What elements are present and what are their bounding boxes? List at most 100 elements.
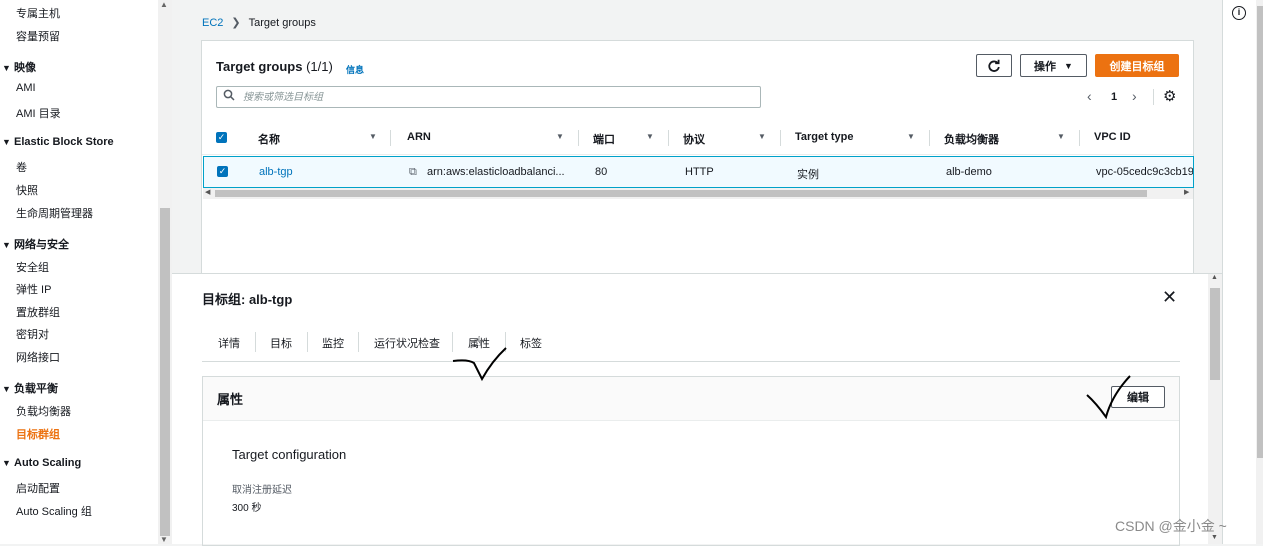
target-groups-panel: Target groups (1/1) 信息 操作 ▼ 创建目标组 ‹ 1 › ⚙…	[201, 40, 1194, 276]
actions-label: 操作	[1034, 60, 1057, 73]
cursor-icon: ☝	[473, 333, 482, 349]
sidebar-item-launch-configurations[interactable]: 启动配置	[16, 480, 60, 496]
sidebar-section-title: 映像	[14, 62, 36, 74]
sidebar-scrollbar-thumb[interactable]	[160, 208, 170, 536]
sidebar-item-snapshots[interactable]: 快照	[16, 182, 38, 198]
column-header-port[interactable]: 端口	[593, 131, 615, 147]
actions-button[interactable]: 操作 ▼	[1020, 54, 1087, 77]
breadcrumb-ec2-link[interactable]: EC2	[202, 17, 223, 29]
sidebar-section-network-security[interactable]: ▼ 网络与安全	[2, 236, 69, 252]
divider	[307, 332, 308, 352]
sidebar-item-ami-catalog[interactable]: AMI 目录	[16, 105, 61, 121]
target-group-name-link[interactable]: alb-tgp	[259, 166, 293, 178]
page-scrollbar[interactable]	[1256, 0, 1263, 544]
divider	[1153, 89, 1154, 105]
info-link[interactable]: 信息	[346, 63, 364, 76]
sort-icon[interactable]: ▼	[646, 132, 654, 141]
detail-title: 目标组: alb-tgp	[202, 292, 293, 307]
checkmark-annotation-icon	[452, 347, 507, 382]
column-header-load-balancer[interactable]: 负载均衡器	[944, 131, 999, 147]
scroll-right-icon[interactable]: ▶	[1184, 188, 1189, 196]
scroll-left-icon[interactable]: ◀	[205, 188, 210, 196]
target-group-detail-panel: 目标组: alb-tgp ✕ 详情 目标 监控 运行状况检查 属性 标签 属性 …	[172, 274, 1208, 546]
gear-icon[interactable]: ⚙	[1163, 87, 1176, 105]
detail-vertical-scrollbar[interactable]: ▲ ▼	[1208, 274, 1222, 544]
divider	[1079, 130, 1080, 146]
column-header-arn[interactable]: ARN	[407, 131, 431, 143]
sidebar-item-elastic-ip[interactable]: 弹性 IP	[16, 281, 51, 297]
attributes-header: 属性 编辑	[203, 377, 1179, 421]
sort-icon[interactable]: ▼	[369, 132, 377, 141]
search-icon	[223, 89, 235, 104]
deregistration-delay-label: 取消注册延迟	[232, 485, 292, 496]
checkmark-annotation-icon	[1086, 375, 1131, 420]
detail-tabs: 详情 目标 监控 运行状况检查 属性 标签	[202, 332, 1180, 362]
sidebar-item-load-balancers[interactable]: 负载均衡器	[16, 403, 71, 419]
page-number[interactable]: 1	[1111, 91, 1117, 103]
caret-down-icon: ▼	[1064, 60, 1073, 71]
select-all-checkbox[interactable]: ✓	[216, 132, 227, 143]
column-header-name[interactable]: 名称	[258, 131, 280, 147]
sidebar-item-target-groups[interactable]: 目标群组	[16, 426, 60, 442]
close-icon[interactable]: ✕	[1162, 287, 1177, 308]
watermark: CSDN @金小金 ~	[1115, 518, 1227, 534]
scroll-down-icon[interactable]: ▼	[160, 535, 168, 544]
sort-icon[interactable]: ▼	[758, 132, 766, 141]
create-target-group-button[interactable]: 创建目标组	[1095, 54, 1179, 77]
column-header-target-type[interactable]: Target type	[795, 131, 853, 143]
table-row[interactable]: ✓ alb-tgp ⧉ arn:aws:elasticloadbalanci..…	[203, 156, 1194, 188]
tab-details[interactable]: 详情	[218, 335, 240, 351]
load-balancer-cell: alb-demo	[946, 166, 992, 178]
sidebar-section-load-balancing[interactable]: ▼ 负载平衡	[2, 380, 58, 396]
tab-monitoring[interactable]: 监控	[322, 335, 344, 351]
chevron-left-icon[interactable]: ‹	[1087, 88, 1092, 104]
sidebar-item-network-interfaces[interactable]: 网络接口	[16, 349, 60, 365]
scrollbar-thumb[interactable]	[1257, 6, 1263, 458]
tab-health-checks[interactable]: 运行状况检查	[374, 335, 440, 351]
sidebar-item-capacity-reservations[interactable]: 容量预留	[16, 28, 60, 44]
sort-icon[interactable]: ▼	[556, 132, 564, 141]
scrollbar-thumb[interactable]	[215, 190, 1147, 197]
sort-icon[interactable]: ▼	[1057, 132, 1065, 141]
sort-icon[interactable]: ▼	[907, 132, 915, 141]
sidebar-section-images[interactable]: ▼ 映像	[2, 59, 36, 75]
scroll-up-icon[interactable]: ▲	[1211, 274, 1218, 281]
page-title: Target groups (1/1)	[216, 59, 333, 74]
refresh-button[interactable]	[976, 54, 1012, 77]
sidebar-section-ebs[interactable]: ▼ Elastic Block Store	[2, 136, 114, 148]
panel-title: Target groups	[216, 59, 303, 74]
sidebar-item-ami[interactable]: AMI	[16, 82, 36, 94]
tab-targets[interactable]: 目标	[270, 335, 292, 351]
sidebar-item-dedicated-hosts[interactable]: 专属主机	[16, 5, 60, 21]
arn-cell: arn:aws:elasticloadbalanci...	[427, 166, 565, 178]
sidebar-section-auto-scaling[interactable]: ▼ Auto Scaling	[2, 457, 81, 469]
target-type-cell: 实例	[797, 169, 819, 181]
protocol-cell: HTTP	[685, 166, 714, 178]
scroll-up-icon[interactable]: ▲	[160, 0, 168, 9]
sidebar-item-auto-scaling-groups[interactable]: Auto Scaling 组	[16, 503, 92, 519]
divider	[668, 130, 669, 146]
sidebar-item-key-pairs[interactable]: 密钥对	[16, 326, 49, 342]
row-checkbox[interactable]: ✓	[217, 166, 228, 177]
tab-tags[interactable]: 标签	[520, 335, 542, 351]
caret-down-icon: ▼	[2, 137, 11, 147]
sidebar-section-title: Elastic Block Store	[14, 136, 114, 148]
table-horizontal-scrollbar[interactable]: ◀ ▶	[203, 188, 1193, 199]
sidebar-item-lifecycle-manager[interactable]: 生命周期管理器	[16, 205, 93, 221]
scrollbar-thumb[interactable]	[1210, 288, 1220, 380]
sidebar-item-volumes[interactable]: 卷	[16, 159, 27, 175]
column-header-vpc-id[interactable]: VPC ID	[1094, 131, 1131, 143]
copy-icon[interactable]: ⧉	[409, 166, 417, 179]
sidebar-item-placement-groups[interactable]: 置放群组	[16, 304, 60, 320]
attributes-container: 属性 编辑 Target configuration 取消注册延迟 300 秒	[202, 376, 1180, 546]
search-box[interactable]	[216, 86, 761, 108]
chevron-right-icon[interactable]: ›	[1132, 88, 1137, 104]
search-input[interactable]	[241, 89, 751, 105]
right-tools-strip: i	[1222, 0, 1263, 544]
chevron-right-icon: ❯	[231, 17, 241, 29]
table-header: ✓ 名称 ▼ ARN ▼ 端口 ▼ 协议 ▼ Target type ▼ 负载均…	[202, 121, 1193, 155]
sidebar-item-security-groups[interactable]: 安全组	[16, 259, 49, 275]
info-icon[interactable]: i	[1232, 6, 1246, 20]
column-header-protocol[interactable]: 协议	[683, 131, 705, 147]
divider	[929, 130, 930, 146]
